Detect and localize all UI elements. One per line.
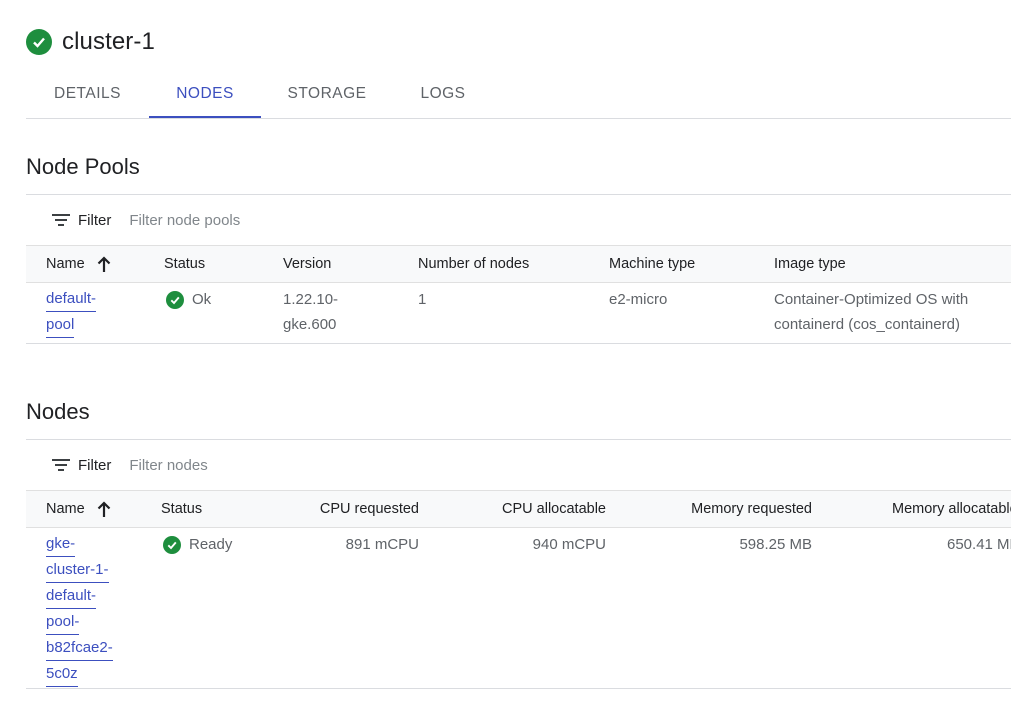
node-pools-title: Node Pools: [26, 154, 140, 179]
table-row: default- pool Ok 1.22.10- gke.600 1 e2-m…: [26, 282, 1011, 344]
nodes-filter-input[interactable]: [129, 456, 430, 474]
machine-type-cell: e2-micro: [609, 291, 668, 308]
tab-logs[interactable]: LOGS: [393, 70, 493, 117]
tab-storage[interactable]: STORAGE: [261, 70, 393, 117]
check-icon: [166, 290, 184, 309]
node-pool-name-link[interactable]: default- pool: [46, 287, 97, 339]
cpu-requested-cell: 891 mCPU: [345, 536, 419, 553]
filter-label[interactable]: Filter: [78, 212, 111, 229]
column-header-image-type[interactable]: Image type: [774, 246, 846, 282]
memory-allocatable-cell: 650.41 MB: [947, 536, 1011, 553]
column-header-number-of-nodes[interactable]: Number of nodes: [418, 246, 529, 282]
version-cell: 1.22.10- gke.600: [283, 291, 339, 333]
node-name-link[interactable]: gke- cluster-1- default- pool- b82fcae2-…: [46, 532, 113, 688]
node-pools-filter-input[interactable]: [129, 211, 430, 229]
column-header-machine-type[interactable]: Machine type: [609, 246, 695, 282]
node-pools-filter-bar: Filter: [26, 195, 1011, 245]
page-header: cluster-1: [26, 28, 155, 56]
sort-ascending-icon[interactable]: [97, 500, 111, 518]
nodes-filter-bar: Filter: [26, 440, 1011, 490]
column-header-cpu-allocatable[interactable]: CPU allocatable: [446, 491, 606, 527]
page-title: cluster-1: [62, 28, 155, 55]
column-header-memory-allocatable[interactable]: Memory allocatable: [892, 491, 1011, 527]
filter-label[interactable]: Filter: [78, 457, 111, 474]
column-header-status[interactable]: Status: [161, 491, 202, 527]
nodes-count-cell: 1: [418, 291, 427, 308]
column-header-memory-requested[interactable]: Memory requested: [646, 491, 812, 527]
node-pools-table-header: Name Status Version Number of nodes Mach…: [26, 245, 1011, 283]
image-type-cell: Container-Optimized OS with containerd (…: [774, 291, 969, 333]
column-header-status[interactable]: Status: [164, 246, 205, 282]
tab-bar: DETAILS NODES STORAGE LOGS: [26, 70, 1011, 119]
tab-details[interactable]: DETAILS: [26, 70, 149, 117]
table-row: gke- cluster-1- default- pool- b82fcae2-…: [26, 527, 1011, 689]
nodes-title: Nodes: [26, 399, 90, 424]
memory-requested-cell: 598.25 MB: [739, 536, 812, 553]
nodes-table-header: Name Status CPU requested CPU allocatabl…: [26, 490, 1011, 528]
check-icon: [163, 535, 181, 554]
column-header-name[interactable]: Name: [46, 491, 111, 527]
filter-icon[interactable]: [52, 458, 70, 472]
column-header-version[interactable]: Version: [283, 246, 331, 282]
status-cell: Ready: [163, 532, 232, 557]
status-check-icon: [26, 29, 52, 55]
column-header-cpu-requested[interactable]: CPU requested: [286, 491, 419, 527]
status-cell: Ok: [166, 287, 211, 312]
filter-icon[interactable]: [52, 213, 70, 227]
sort-ascending-icon[interactable]: [97, 255, 111, 273]
column-header-name[interactable]: Name: [46, 246, 111, 282]
cpu-allocatable-cell: 940 mCPU: [532, 536, 606, 553]
tab-nodes[interactable]: NODES: [149, 70, 261, 118]
